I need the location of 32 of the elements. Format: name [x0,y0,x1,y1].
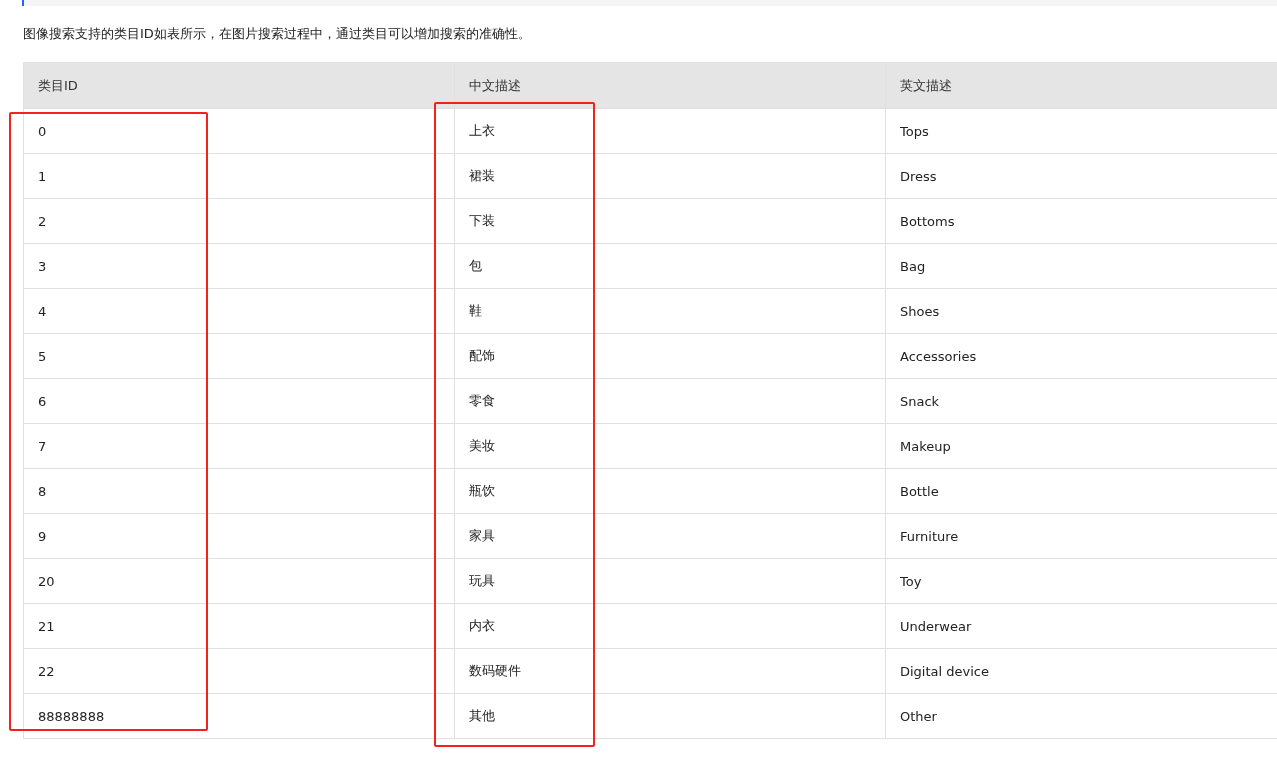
table-cell: 88888888 [23,693,455,739]
table-cell: 内衣 [454,603,886,649]
table-cell: 包 [454,243,886,289]
table-cell: 零食 [454,378,886,424]
table-cell: 3 [23,243,455,289]
table-cell: 8 [23,468,455,514]
table-cell: 上衣 [454,108,886,154]
column-header: 类目ID [23,62,455,109]
table-cell: 下装 [454,198,886,244]
table-cell: 0 [23,108,455,154]
intro-text: 图像搜索支持的类目ID如表所示，在图片搜索过程中，通过类目可以增加搜索的准确性。 [23,25,532,43]
table-cell: 20 [23,558,455,604]
table-cell: 数码硬件 [454,648,886,694]
table-cell: 21 [23,603,455,649]
table-cell: 美妆 [454,423,886,469]
table-cell: 玩具 [454,558,886,604]
table-cell: 9 [23,513,455,559]
table-cell: 22 [23,648,455,694]
column-header: 中文描述 [454,62,886,109]
table-cell: 6 [23,378,455,424]
table-cell: 裙装 [454,153,886,199]
table-cell: 家具 [454,513,886,559]
table-cell: 7 [23,423,455,469]
table-cell: 4 [23,288,455,334]
column-header: 英文描述 [885,62,1277,109]
table-cell: 其他 [454,693,886,739]
table-cell: 2 [23,198,455,244]
table-cell: 5 [23,333,455,379]
table-cell: 鞋 [454,288,886,334]
table-cell: 瓶饮 [454,468,886,514]
table-cell: 配饰 [454,333,886,379]
table-cell: 1 [23,153,455,199]
